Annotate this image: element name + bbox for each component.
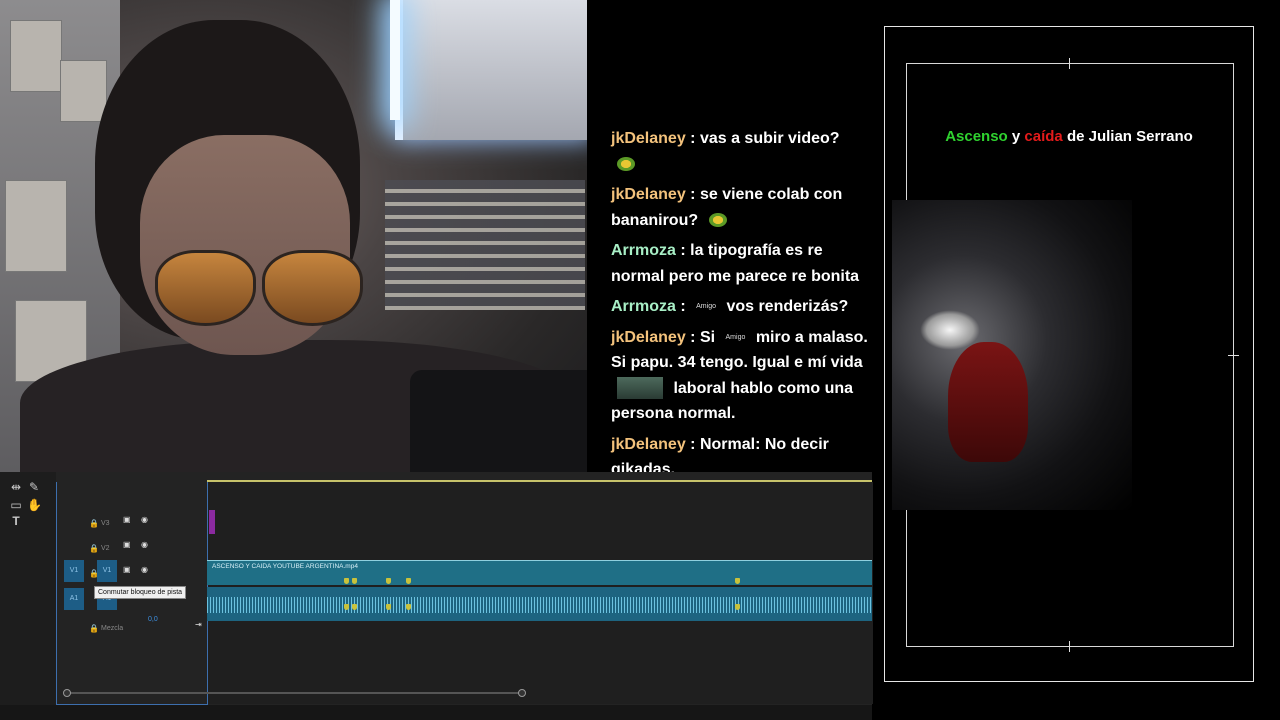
sunglasses-lens-right xyxy=(262,250,363,326)
webcam-feed xyxy=(0,0,587,472)
title-word: y xyxy=(1011,128,1021,145)
clip-marker[interactable] xyxy=(386,604,391,610)
chat-text: : Si xyxy=(690,328,716,346)
track-name: V2 xyxy=(101,545,110,552)
source-patch-v1[interactable]: V1 xyxy=(64,560,84,582)
clip-marker[interactable] xyxy=(344,604,349,610)
chat-message: jkDelaney : Si Amigo miro a malaso. Si p… xyxy=(611,325,873,427)
track-v1: V1 🔒 V1 ▣ ◉ xyxy=(57,560,208,584)
chat-overlay: jkDelaney : vas a subir video? jkDelaney… xyxy=(611,126,873,488)
lamp-light xyxy=(390,0,400,120)
scroll-handle-left[interactable] xyxy=(63,689,71,697)
track-v2: 🔒 V2 ▣ ◉ xyxy=(57,535,208,559)
chat-username: Arrmoza xyxy=(611,242,676,259)
mix-end-icon[interactable]: ⇥ xyxy=(195,620,202,629)
clip-marker[interactable] xyxy=(386,578,391,584)
poster xyxy=(10,20,62,92)
eye-icon[interactable]: ◉ xyxy=(141,540,148,549)
chat-message: jkDelaney : se viene colab con bananirou… xyxy=(611,182,873,233)
chat-username: jkDelaney xyxy=(611,435,686,453)
sync-lock-icon[interactable]: ▣ xyxy=(123,540,131,549)
chat-message: Arrmoza : la tipografía es re normal per… xyxy=(611,238,873,289)
clip-marker[interactable] xyxy=(735,578,740,584)
sync-lock-icon[interactable]: ▣ xyxy=(123,515,131,524)
title-word-green: Ascenso xyxy=(945,128,1008,145)
audio-clip[interactable] xyxy=(207,587,872,621)
chat-username: jkDelaney xyxy=(611,328,686,346)
clip-marker[interactable] xyxy=(352,604,357,610)
title-word-red: caída xyxy=(1024,128,1063,145)
amigo-emote-icon: Amigo xyxy=(725,333,746,341)
bottom-bar xyxy=(0,705,872,720)
book-stack xyxy=(385,180,585,310)
clip-name: ASCENSO Y CAIDA YOUTUBE ARGENTINA.mp4 xyxy=(212,563,358,570)
sync-lock-icon[interactable]: ▣ xyxy=(123,565,131,574)
pepe-emote-icon xyxy=(708,213,727,228)
video-title: Ascenso y caída de Julian Serrano xyxy=(884,128,1254,145)
chat-text: vos renderizás? xyxy=(726,298,849,315)
background-monitor xyxy=(395,0,587,140)
poster xyxy=(60,60,107,122)
chat-username: jkDelaney xyxy=(611,186,686,203)
poster xyxy=(5,180,67,272)
ripple-edit-tool-icon[interactable]: ⇹ xyxy=(9,480,23,494)
track-lock-icon[interactable]: 🔒 xyxy=(89,624,99,633)
chat-username: Arrmoza xyxy=(611,298,676,315)
work-area-bar[interactable] xyxy=(207,480,872,482)
track-name: V3 xyxy=(101,520,110,527)
eye-icon[interactable]: ◉ xyxy=(141,515,148,524)
amigo-emote-icon: Amigo xyxy=(696,303,716,311)
hand-tool-icon[interactable]: ✋ xyxy=(27,498,42,512)
track-lock-icon[interactable]: 🔒 xyxy=(89,544,99,553)
crosshair-bottom xyxy=(1069,641,1070,652)
crosshair-right xyxy=(1228,355,1239,356)
chat-message: jkDelaney : vas a subir video? xyxy=(611,126,873,177)
scroll-handle-right[interactable] xyxy=(518,689,526,697)
pepe-emote-icon xyxy=(617,157,635,172)
image-emote-icon xyxy=(617,377,663,400)
eye-icon[interactable]: ◉ xyxy=(141,565,148,574)
clip-marker[interactable] xyxy=(352,578,357,584)
track-lock-icon[interactable]: 🔒 xyxy=(89,519,99,528)
audio-waveform xyxy=(207,597,872,613)
camera-device xyxy=(410,370,587,472)
tool-panel: ⇹ ✎ ▭ ✋ T xyxy=(0,472,56,720)
v3-clip-marker[interactable] xyxy=(209,510,215,534)
track-mix: 🔒 Mezcla ⇥ xyxy=(57,615,208,639)
chat-text: : vas a subir video? xyxy=(690,130,840,147)
clip-marker[interactable] xyxy=(406,604,411,610)
tooltip: Conmutar bloqueo de pista xyxy=(94,586,187,599)
chat-username: jkDelaney xyxy=(611,130,686,147)
title-rest: de Julian Serrano xyxy=(1066,128,1193,145)
track-target-v1[interactable]: V1 xyxy=(97,560,117,582)
clip-marker[interactable] xyxy=(735,604,740,610)
pen-tool-icon[interactable]: ✎ xyxy=(27,480,41,494)
clip-marker[interactable] xyxy=(406,578,411,584)
sunglasses-lens-left xyxy=(155,250,256,326)
rectangle-tool-icon[interactable]: ▭ xyxy=(9,498,23,512)
video-clip[interactable]: ASCENSO Y CAIDA YOUTUBE ARGENTINA.mp4 xyxy=(207,560,872,585)
clip-marker[interactable] xyxy=(344,578,349,584)
crosshair-top xyxy=(1069,58,1070,69)
chat-text: : xyxy=(680,298,686,315)
track-v3: 🔒 V3 ▣ ◉ xyxy=(57,510,208,534)
red-figure xyxy=(948,342,1028,462)
source-patch-a1[interactable]: A1 xyxy=(64,588,84,610)
type-tool-icon[interactable]: T xyxy=(9,514,23,528)
chat-message: Arrmoza : Amigo vos renderizás? xyxy=(611,294,873,320)
mix-value[interactable]: 0,0 xyxy=(148,616,158,623)
mix-label: Mezcla xyxy=(101,625,124,632)
stage-light xyxy=(920,310,980,350)
timeline-scrollbar[interactable] xyxy=(63,689,526,697)
